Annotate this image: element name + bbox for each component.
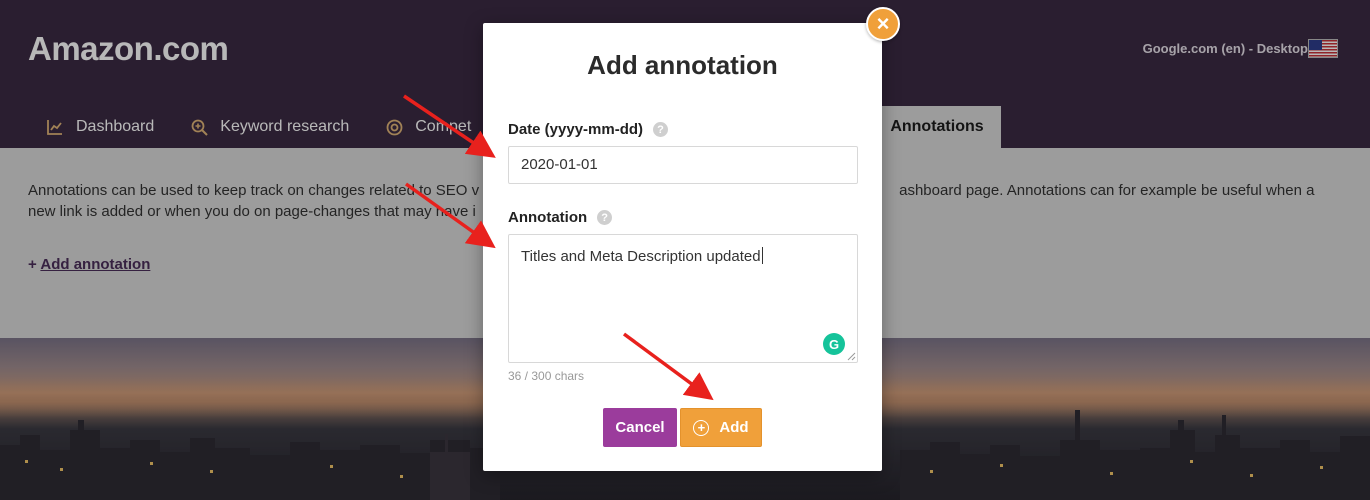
plus-circle-icon: + [693,419,710,436]
date-input[interactable]: 2020-01-01 [508,146,858,184]
add-button-label: Add [719,419,749,436]
annotation-label-text: Annotation [508,209,588,226]
annotation-text: Titles and Meta Description updated [521,248,761,265]
grammarly-icon[interactable]: G [823,333,845,355]
cancel-button[interactable]: Cancel [603,408,677,447]
add-annotation-modal: Add annotation Date (yyyy-mm-dd) ? 2020-… [483,23,882,471]
annotation-label: Annotation ? [508,209,613,226]
help-icon[interactable]: ? [597,210,613,225]
resize-handle-icon[interactable] [847,352,856,361]
date-label-text: Date (yyyy-mm-dd) [508,121,644,138]
annotation-textarea[interactable]: Titles and Meta Description updated [508,234,858,363]
modal-title: Add annotation [587,50,778,80]
date-label: Date (yyyy-mm-dd) ? [508,121,669,138]
close-icon[interactable]: × [866,7,900,41]
text-caret [761,247,763,264]
help-icon[interactable]: ? [653,122,669,137]
add-button[interactable]: + Add [680,408,762,447]
char-count: 36 / 300 chars [508,369,585,383]
